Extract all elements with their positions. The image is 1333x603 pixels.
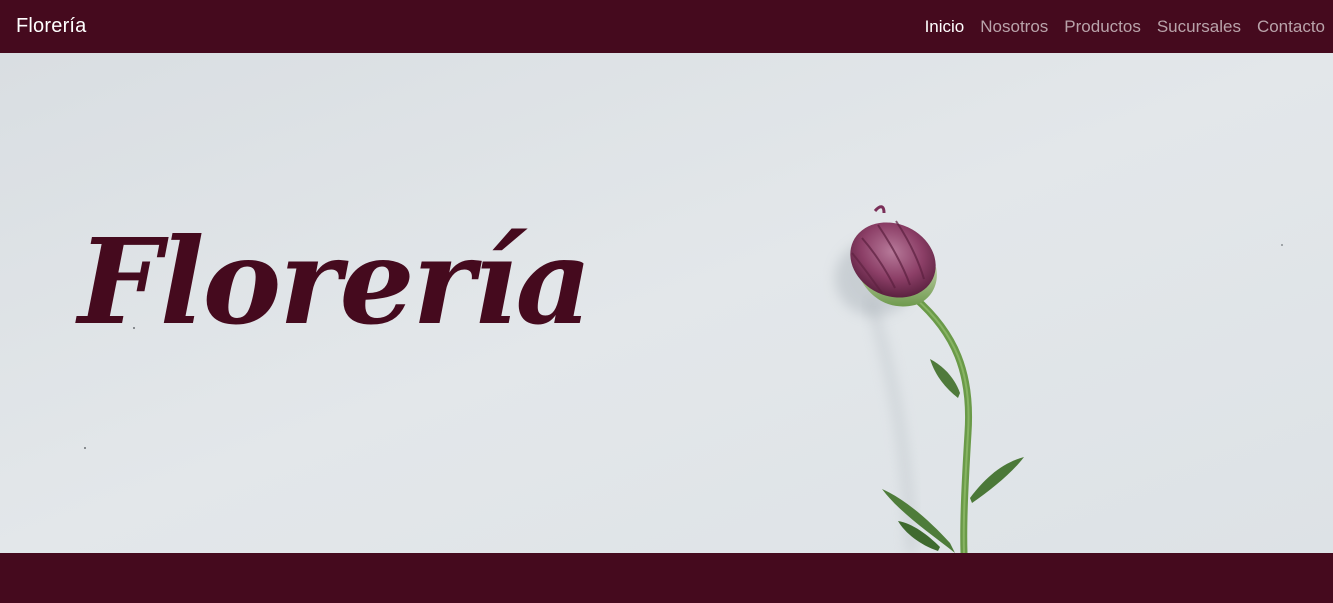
nav-links: Inicio Nosotros Productos Sucursales Con…	[909, 0, 1325, 53]
nav-link-contacto[interactable]: Contacto	[1257, 17, 1325, 37]
nav-link-nosotros[interactable]: Nosotros	[980, 17, 1048, 37]
footer-band	[0, 553, 1333, 603]
hero-section: Florería	[0, 53, 1333, 553]
nav-link-sucursales[interactable]: Sucursales	[1157, 17, 1241, 37]
brand-link[interactable]: Florería	[16, 15, 87, 38]
nav-link-productos[interactable]: Productos	[1064, 17, 1141, 37]
hero-title: Florería	[78, 212, 592, 351]
navbar: Florería Inicio Nosotros Productos Sucur…	[0, 0, 1333, 53]
nav-link-inicio[interactable]: Inicio	[925, 17, 965, 37]
